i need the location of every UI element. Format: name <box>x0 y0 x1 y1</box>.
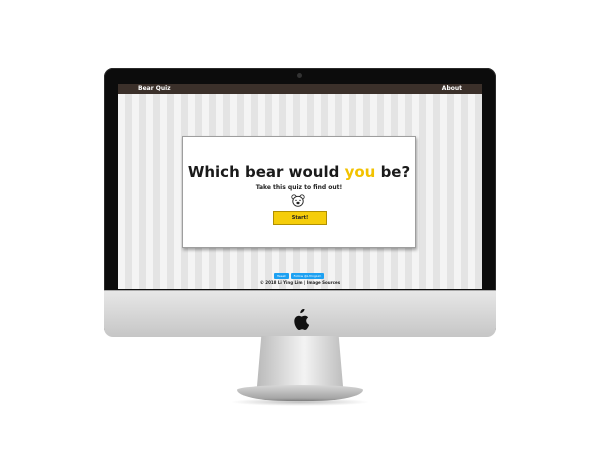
bear-face-icon <box>291 194 305 207</box>
title-text-after: be? <box>375 163 411 181</box>
nav-brand-link[interactable]: Bear Quiz <box>138 85 171 92</box>
imac-shadow <box>230 398 370 406</box>
title-accent-word: you <box>344 163 376 181</box>
page-title: Which bear would you be? <box>183 163 415 181</box>
navbar: Bear Quiz About <box>118 84 482 94</box>
follow-twitter-button[interactable]: Follow @LiYingLim <box>290 273 325 279</box>
start-button[interactable]: Start! <box>273 211 327 225</box>
quiz-intro-card: Which bear would you be? Take this quiz … <box>182 136 416 248</box>
nav-about-link[interactable]: About <box>442 85 462 92</box>
footer-text: © 2018 Li Ying Lim | Image Sources <box>259 280 341 285</box>
page-subtitle: Take this quiz to find out! <box>255 184 343 191</box>
screen: Bear Quiz About Which bear would you be?… <box>118 84 482 289</box>
share-buttons: Tweet Follow @LiYingLim <box>274 273 325 279</box>
title-text-before: Which bear would <box>187 163 345 181</box>
tweet-button[interactable]: Tweet <box>274 273 289 279</box>
camera-dot <box>297 73 302 78</box>
apple-logo-icon <box>294 309 309 330</box>
